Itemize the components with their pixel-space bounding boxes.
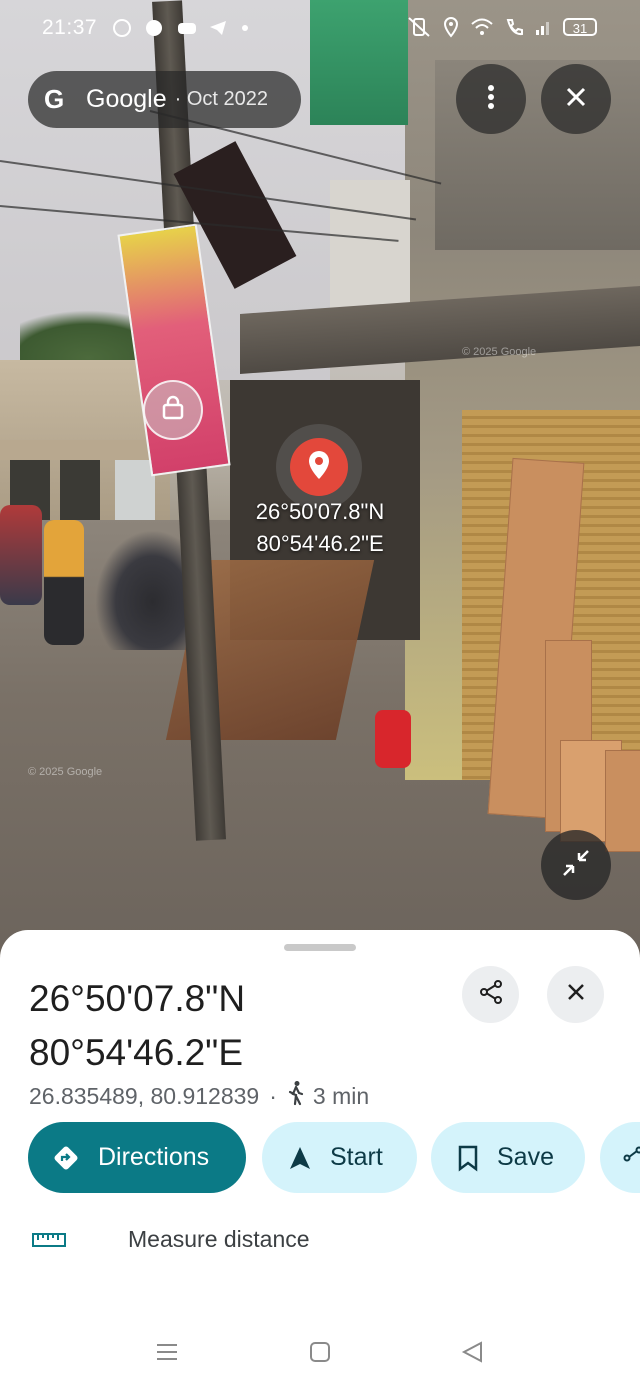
wooden-plank [605, 750, 640, 852]
place-subtitle: 26.835489, 80.912839 · 3 min [29, 1080, 369, 1112]
walking-icon [287, 1080, 305, 1112]
system-navigation-bar [0, 1334, 640, 1374]
more-options-button[interactable] [456, 64, 526, 134]
mute-vibrate-icon [406, 16, 432, 43]
red-bag [375, 710, 411, 768]
shop-marker[interactable] [143, 380, 203, 440]
recents-button[interactable] [155, 1340, 179, 1369]
title-longitude: 80°54'46.2"E [29, 1032, 243, 1073]
decimal-coordinates: 26.835489, 80.912839 [29, 1082, 260, 1109]
awning [0, 440, 170, 460]
shopping-bag-icon [160, 395, 186, 426]
wifi-icon [470, 17, 494, 42]
telegram-icon [208, 18, 228, 38]
more-vert-icon [487, 84, 495, 115]
directions-icon [52, 1144, 80, 1172]
start-button[interactable]: Start [262, 1122, 417, 1193]
directions-label: Directions [98, 1143, 210, 1171]
back-button[interactable] [461, 1340, 485, 1369]
discord-icon [176, 18, 196, 38]
cyclist [44, 520, 84, 645]
notification-icons [112, 18, 260, 38]
save-label: Save [497, 1143, 554, 1171]
walk-time: 3 min [312, 1082, 370, 1109]
separator: · [269, 1082, 277, 1109]
google-brand: Google [86, 85, 167, 113]
navigation-arrow-icon [288, 1145, 312, 1171]
share-button[interactable] [462, 966, 519, 1023]
share-chip-button[interactable] [600, 1122, 640, 1193]
measure-distance-row[interactable]: Measure distance [32, 1226, 310, 1253]
close-icon [565, 86, 587, 113]
place-title: 26°50'07.8"N 80°54'46.2"E [29, 972, 245, 1080]
close-icon [566, 982, 586, 1007]
status-bar: 21:37 31 [0, 0, 640, 56]
signal-icon [534, 17, 554, 42]
close-sheet-button[interactable] [547, 966, 604, 1023]
pin-coordinates-label: 26°50'07.8"N 80°54'46.2"E [232, 496, 408, 560]
share-icon [622, 1146, 640, 1170]
whatsapp-icon [112, 18, 132, 38]
directions-button[interactable]: Directions [28, 1122, 246, 1193]
location-pin-icon [306, 449, 332, 486]
bookmark-icon [457, 1144, 479, 1172]
location-icon [442, 16, 460, 43]
pedestrian [0, 505, 42, 605]
google-g-icon: G [44, 84, 65, 114]
drag-handle[interactable] [284, 944, 356, 951]
system-icons [406, 16, 554, 43]
watermark: © 2025 Google [28, 766, 103, 778]
share-icon [478, 979, 504, 1010]
app-icon [144, 18, 164, 38]
start-label: Start [330, 1143, 383, 1171]
collapse-street-view-button[interactable] [541, 830, 611, 900]
save-button[interactable]: Save [431, 1122, 585, 1193]
close-street-view-button[interactable] [541, 64, 611, 134]
dot-icon [240, 18, 260, 38]
place-bottom-sheet[interactable]: 26°50'07.8"N 80°54'46.2"E 26.835489, 80.… [0, 930, 640, 1387]
street-view-source-pill[interactable]: G Google · Oct 2022 [28, 71, 301, 128]
ruler-icon [32, 1232, 66, 1248]
watermark: © 2025 Google [462, 346, 537, 358]
title-latitude: 26°50'07.8"N [29, 978, 246, 1019]
wifi-call-icon [504, 17, 524, 42]
battery-indicator: 31 [563, 18, 597, 36]
imagery-date: · Oct 2022 [174, 88, 269, 110]
home-button[interactable] [308, 1340, 332, 1369]
dropped-pin-marker[interactable] [290, 438, 348, 496]
pin-latitude: 26°50'07.8"N [255, 499, 385, 524]
measure-distance-label: Measure distance [128, 1226, 310, 1252]
action-chips: Directions Start Save [28, 1122, 640, 1194]
clock: 21:37 [42, 16, 98, 39]
collapse-icon [560, 847, 592, 884]
pin-longitude: 80°54'46.2"E [256, 531, 384, 556]
